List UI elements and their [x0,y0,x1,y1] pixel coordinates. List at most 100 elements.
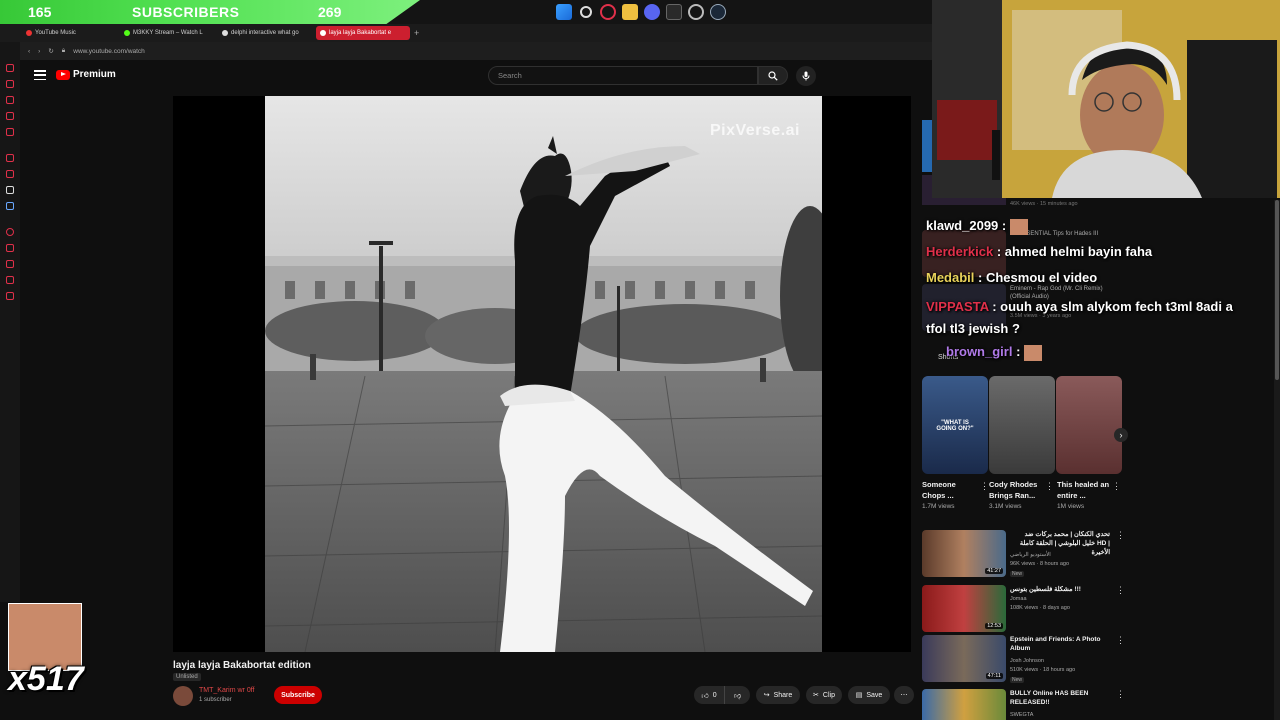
chat-message: VIPPASTA : ouuh aya slm alykom fech t3ml… [926,296,1256,340]
ai-icon[interactable] [6,154,14,162]
pinboard-icon[interactable] [6,112,14,120]
search-input[interactable]: Search [488,66,758,85]
extensions-icon[interactable] [6,276,14,284]
share-button[interactable]: ↪ Share [756,686,800,704]
video-meta: 108K views · 8 days ago [1010,605,1070,611]
chat-username: brown_girl [946,344,1013,359]
search-icon [768,70,778,81]
more-vertical-icon[interactable]: ⋮ [980,481,989,492]
chevron-right-icon[interactable]: › [1114,428,1128,442]
voice-search-button[interactable] [796,66,816,86]
channel-name[interactable]: الأستوديو الرياضي [1010,551,1051,559]
forward-icon[interactable]: › [38,48,40,55]
youtube-logo[interactable]: Premium [56,69,116,80]
video-duration: 41:27 [985,568,1003,574]
sidebar-meta: 46K views · 15 minutes ago [1010,201,1078,207]
recommended-video[interactable]: BULLY Online HAS BEEN RELEASED!! SWEGTA … [922,689,1122,720]
windows-start-icon[interactable] [556,4,572,20]
more-vertical-icon[interactable]: ⋮ [1045,481,1054,492]
video-thumbnail[interactable]: 47:11 [922,635,1006,682]
history-icon[interactable] [6,80,14,88]
recommended-video[interactable]: 12:53 مشكلة فلسطين بتونس !!! Jomaa 108K … [922,585,1125,635]
short-title[interactable]: Cody Rhodes Brings Ran... [989,479,1047,501]
dislike-button[interactable]: 👎︎ [724,686,750,704]
recommended-video[interactable]: 41:27 تحدي الكنكان | محمد بركات ضد خليل … [922,530,1125,580]
scrollbar-thumb[interactable] [1275,200,1279,380]
streamer-webcam [932,0,1280,198]
clip-button[interactable]: ✂ Clip [806,686,842,704]
save-button[interactable]: ▤ Save [848,686,890,704]
youtube-play-icon [56,69,70,80]
opera-icon[interactable] [6,228,14,236]
like-button[interactable]: 👍︎ 0 [694,686,724,704]
lock-icon: 🔒︎ [61,47,66,54]
share-icon: ↪ [763,692,770,699]
discord-icon[interactable] [644,4,660,20]
settings-icon[interactable] [6,292,14,300]
chat-username: Herderkick [926,244,994,259]
video-meta: 510K views · 18 hours ago [1010,667,1076,673]
video-title[interactable]: Epstein and Friends: A Photo Album [1010,635,1110,653]
menu-icon[interactable] [34,70,46,80]
channel-avatar[interactable] [173,686,193,706]
channel-name[interactable]: Josh Johnson [1010,657,1044,665]
new-tab-button[interactable]: + [414,28,419,38]
video-frame[interactable]: PixVerse.ai [265,96,822,652]
opera-browser-icon[interactable] [600,4,616,20]
browser-tab[interactable]: delphi interactive what go [218,26,312,40]
file-explorer-icon[interactable] [622,4,638,20]
video-thumbnail[interactable] [922,689,1006,720]
messenger-icon[interactable] [6,64,14,72]
unlisted-badge: Unlisted [173,673,201,681]
video-title: layja layja Bakabortat edition [173,660,311,671]
bluesky-icon[interactable] [6,202,14,210]
browser-tab[interactable]: M3KKY Stream – Watch L [120,26,214,40]
clock-icon[interactable] [6,260,14,268]
video-title[interactable]: BULLY Online HAS BEEN RELEASED!! [1010,689,1110,707]
more-vertical-icon[interactable]: ⋮ [1112,481,1121,492]
channel-name[interactable]: Jomaa [1010,595,1027,603]
subscribe-button[interactable]: Subscribe [274,686,322,704]
whatsapp-icon[interactable] [6,128,14,136]
browser-tab-active[interactable]: layja layja Bakabortat e [316,26,410,40]
short-title[interactable]: Someone Chops ... [922,479,980,501]
more-vertical-icon[interactable]: ⋮ [1116,530,1125,541]
short-thumbnail[interactable] [1056,376,1122,474]
chat-text: : [1016,344,1021,359]
more-vertical-icon[interactable]: ⋮ [1116,585,1125,596]
video-title[interactable]: مشكلة فلسطين بتونس !!! [1010,585,1110,594]
address-bar: ‹ › ↻ 🔒︎ www.youtube.com/watch [0,42,932,60]
short-title[interactable]: This healed an entire ... [1057,479,1115,501]
share-label: Share [773,691,793,699]
obs-icon[interactable] [688,4,704,20]
video-duration: 12:53 [985,623,1003,629]
more-vertical-icon[interactable]: ⋮ [1116,689,1122,700]
search-button[interactable] [758,66,788,85]
url-field[interactable]: www.youtube.com/watch [73,48,145,55]
channel-name[interactable]: SWEGTA [1010,711,1033,719]
video-thumbnail[interactable]: 41:27 [922,530,1006,577]
more-vertical-icon[interactable]: ⋮ [1116,635,1125,646]
send-icon[interactable] [6,244,14,252]
player-icon[interactable] [6,96,14,104]
recommended-video[interactable]: 47:11 Epstein and Friends: A Photo Album… [922,635,1125,685]
chat-message: brown_girl : [946,344,1043,361]
steam-icon[interactable] [710,4,726,20]
back-icon[interactable]: ‹ [28,48,30,55]
instagram-icon[interactable] [6,170,14,178]
chat-text: : Chesmou el video [978,270,1098,285]
x-twitter-icon[interactable] [6,186,14,194]
short-thumbnail[interactable] [989,376,1055,474]
like-count: 0 [712,691,717,699]
browser-tab[interactable]: YouTube Music [22,26,116,40]
thumbs-down-icon: 👎︎ [733,692,742,700]
channel-name[interactable]: TMT_Karim wr 0ff [199,687,255,694]
search-icon[interactable] [580,6,592,18]
tab-label: layja layja Bakabortat e [329,30,392,36]
short-views: 1M views [1057,503,1085,510]
short-thumbnail[interactable]: "WHAT IS GOING ON?" [922,376,988,474]
more-actions-button[interactable]: ⋯ [894,686,914,704]
reload-icon[interactable]: ↻ [48,47,53,55]
app-icon[interactable] [666,4,682,20]
video-thumbnail[interactable]: 12:53 [922,585,1006,632]
